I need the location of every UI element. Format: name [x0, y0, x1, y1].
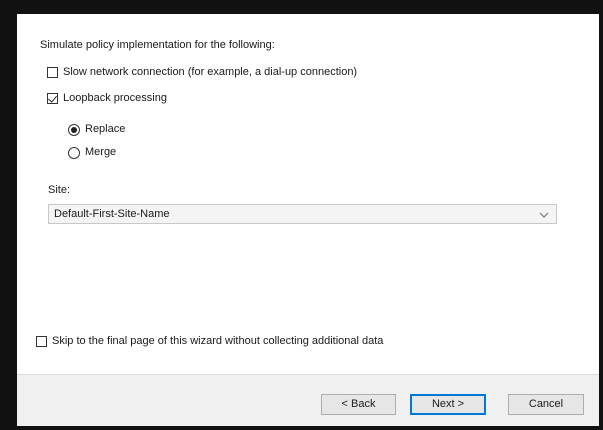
skip-to-final-checkbox[interactable]	[36, 336, 47, 347]
back-button[interactable]: < Back	[321, 394, 396, 415]
chevron-down-icon[interactable]	[539, 208, 549, 220]
site-dropdown[interactable]: Default-First-Site-Name	[48, 204, 557, 224]
wizard-window: Simulate policy implementation for the f…	[17, 14, 599, 426]
wizard-content-panel: Simulate policy implementation for the f…	[17, 14, 599, 374]
slow-network-checkbox[interactable]	[47, 67, 58, 78]
merge-radio[interactable]	[68, 147, 80, 159]
loopback-processing-checkbox[interactable]	[47, 93, 58, 104]
next-button[interactable]: Next >	[410, 394, 486, 415]
loopback-processing-label[interactable]: Loopback processing	[63, 92, 167, 104]
site-dropdown-value: Default-First-Site-Name	[54, 208, 170, 220]
slow-network-label[interactable]: Slow network connection (for example, a …	[63, 66, 357, 78]
skip-to-final-label[interactable]: Skip to the final page of this wizard wi…	[52, 335, 383, 347]
section-heading: Simulate policy implementation for the f…	[40, 39, 275, 51]
footer-divider	[17, 374, 599, 375]
merge-label[interactable]: Merge	[85, 146, 116, 158]
site-label: Site:	[48, 184, 71, 196]
replace-radio[interactable]	[68, 124, 80, 136]
cancel-button[interactable]: Cancel	[508, 394, 584, 415]
replace-label[interactable]: Replace	[85, 123, 125, 135]
